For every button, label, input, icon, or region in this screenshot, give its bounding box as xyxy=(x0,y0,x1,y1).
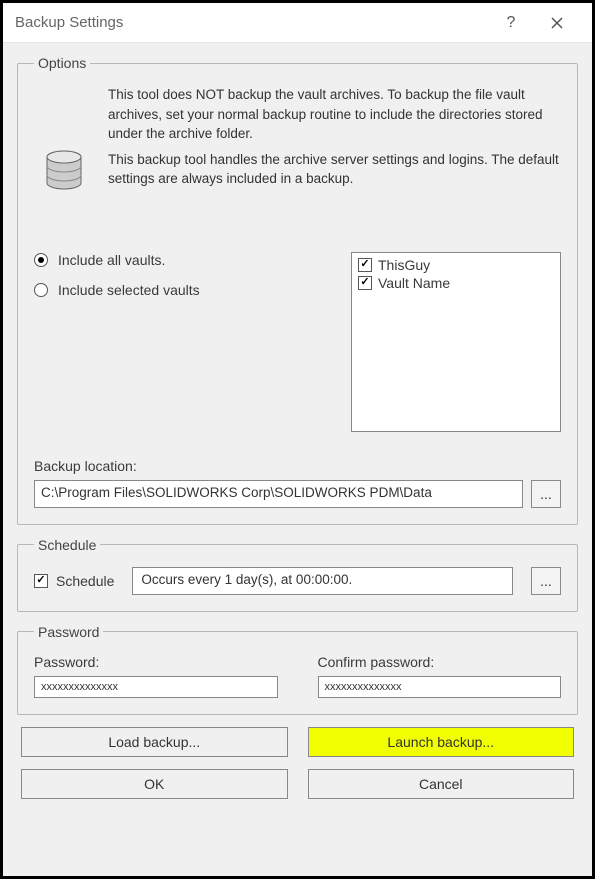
vault-list[interactable]: ThisGuy Vault Name xyxy=(351,252,561,432)
dialog-buttons: Load backup... Launch backup... OK Cance… xyxy=(17,727,578,799)
browse-location-button[interactable]: ... xyxy=(531,480,561,508)
schedule-row: Schedule Occurs every 1 day(s), at 00:00… xyxy=(34,567,561,595)
dialog-content: Options This tool does NOT backup the va… xyxy=(3,43,592,876)
backup-location-input[interactable]: C:\Program Files\SOLIDWORKS Corp\SOLIDWO… xyxy=(34,480,523,508)
backup-location-label: Backup location: xyxy=(34,458,561,474)
password-label: Password: xyxy=(34,654,278,670)
window-title: Backup Settings xyxy=(15,14,488,31)
options-desc2: This backup tool handles the archive ser… xyxy=(34,150,561,194)
vault-scope-radios: Include all vaults. Include selected vau… xyxy=(34,252,335,432)
ok-button[interactable]: OK xyxy=(21,769,288,799)
help-button[interactable]: ? xyxy=(488,3,534,43)
options-group: Options This tool does NOT backup the va… xyxy=(17,55,578,525)
schedule-checkbox[interactable]: Schedule xyxy=(34,573,114,589)
checkbox-icon[interactable] xyxy=(34,574,48,588)
database-icon xyxy=(34,150,94,194)
password-grid: Password: xxxxxxxxxxxxxx Confirm passwor… xyxy=(34,654,561,698)
confirm-password-input[interactable]: xxxxxxxxxxxxxx xyxy=(318,676,562,698)
schedule-legend: Schedule xyxy=(34,537,100,553)
options-body: Include all vaults. Include selected vau… xyxy=(34,252,561,432)
schedule-group: Schedule Schedule Occurs every 1 day(s),… xyxy=(17,537,578,612)
checkbox-icon[interactable] xyxy=(358,258,372,272)
radio-include-all[interactable]: Include all vaults. xyxy=(34,252,335,268)
checkbox-icon[interactable] xyxy=(358,276,372,290)
radio-icon xyxy=(34,283,48,297)
password-col: Password: xxxxxxxxxxxxxx xyxy=(34,654,278,698)
password-legend: Password xyxy=(34,624,103,640)
backup-location-row: C:\Program Files\SOLIDWORKS Corp\SOLIDWO… xyxy=(34,480,561,508)
vault-item[interactable]: ThisGuy xyxy=(358,257,554,273)
confirm-password-col: Confirm password: xxxxxxxxxxxxxx xyxy=(318,654,562,698)
close-icon xyxy=(551,17,563,29)
backup-settings-dialog: Backup Settings ? Options This tool does… xyxy=(0,0,595,879)
schedule-value[interactable]: Occurs every 1 day(s), at 00:00:00. xyxy=(132,567,513,595)
password-input[interactable]: xxxxxxxxxxxxxx xyxy=(34,676,278,698)
confirm-password-label: Confirm password: xyxy=(318,654,562,670)
radio-include-selected[interactable]: Include selected vaults xyxy=(34,282,335,298)
password-group: Password Password: xxxxxxxxxxxxxx Confir… xyxy=(17,624,578,715)
options-legend: Options xyxy=(34,55,90,71)
schedule-browse-button[interactable]: ... xyxy=(531,567,561,595)
launch-backup-button[interactable]: Launch backup... xyxy=(308,727,575,757)
vault-item[interactable]: Vault Name xyxy=(358,275,554,291)
load-backup-button[interactable]: Load backup... xyxy=(21,727,288,757)
close-button[interactable] xyxy=(534,3,580,43)
cancel-button[interactable]: Cancel xyxy=(308,769,575,799)
title-bar: Backup Settings ? xyxy=(3,3,592,43)
options-desc1: This tool does NOT backup the vault arch… xyxy=(34,85,561,144)
radio-icon xyxy=(34,253,48,267)
